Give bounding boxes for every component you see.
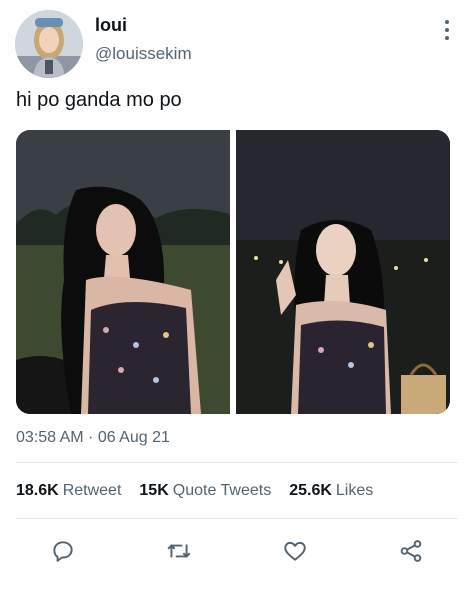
retweet-button[interactable] (164, 536, 194, 566)
likes-stat[interactable]: 25.6K Likes (289, 482, 373, 500)
divider (16, 518, 458, 519)
tweet-photo-2[interactable] (236, 130, 450, 414)
retweet-icon (167, 544, 191, 558)
like-button[interactable] (280, 536, 310, 566)
share-button[interactable] (396, 536, 426, 566)
share-icon (400, 540, 422, 562)
quote-tweets-stat[interactable]: 15K Quote Tweets (139, 482, 271, 500)
night-portrait-photo-icon (16, 130, 230, 414)
profile-photo-icon (15, 10, 83, 78)
likes-label: Likes (335, 482, 374, 499)
divider (16, 462, 458, 463)
night-portrait-photo-icon (236, 130, 450, 414)
quote-tweets-count: 15K (139, 482, 169, 499)
retweets-label: Retweet (62, 482, 122, 499)
retweets-count: 18.6K (16, 482, 59, 499)
tweet-photo-1[interactable] (16, 130, 230, 414)
avatar[interactable] (15, 10, 83, 78)
more-options-icon[interactable] (440, 20, 454, 46)
tweet-text: hi po ganda mo po (16, 89, 182, 111)
reply-button[interactable] (48, 536, 78, 566)
likes-count: 25.6K (289, 482, 332, 499)
username-handle[interactable]: @louissekim (95, 44, 192, 64)
tweet-timestamp[interactable]: 03:58 AM · 06 Aug 21 (16, 429, 170, 447)
tweet-header: loui @louissekim (15, 10, 460, 80)
reply-icon (53, 541, 73, 562)
like-icon (284, 541, 306, 561)
quote-tweets-label: Quote Tweets (172, 482, 272, 499)
display-name[interactable]: loui (95, 15, 127, 36)
tweet-stats: 18.6K Retweet 15K Quote Tweets 25.6K Likes (16, 482, 373, 500)
tweet-actions (16, 536, 458, 566)
retweets-stat[interactable]: 18.6K Retweet (16, 482, 121, 500)
tweet-media (16, 130, 450, 414)
